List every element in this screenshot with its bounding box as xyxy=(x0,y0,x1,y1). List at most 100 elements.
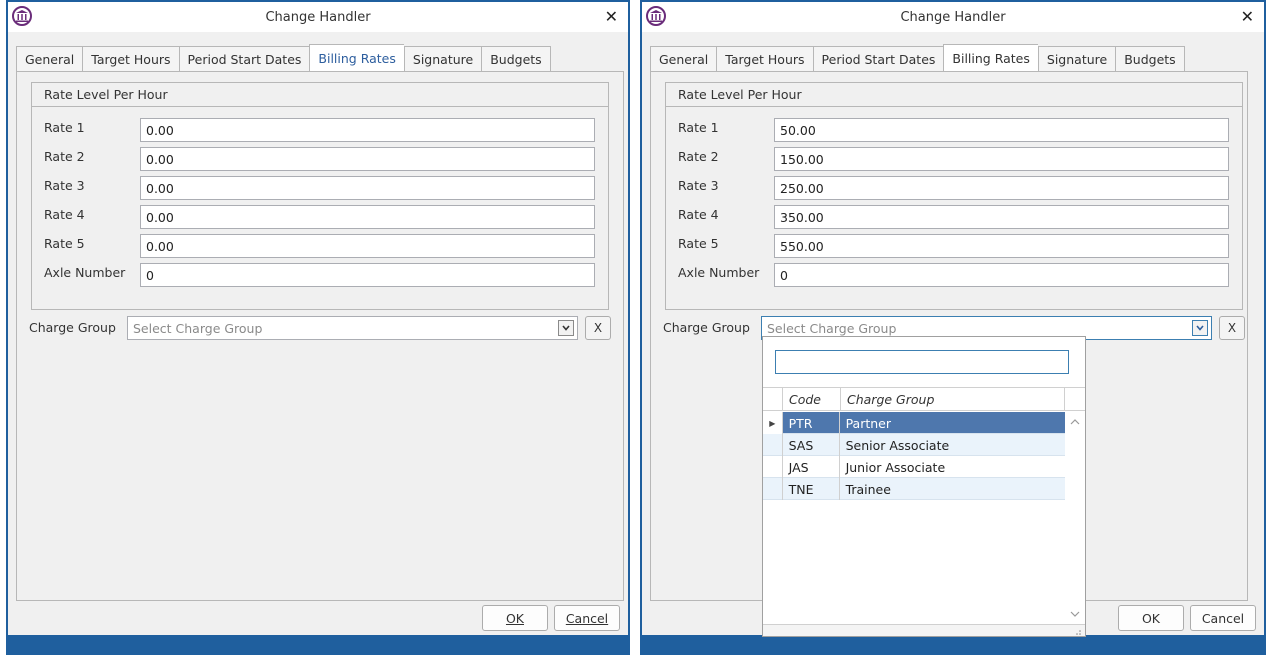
rate-2-row: Rate 2 xyxy=(44,144,140,168)
app-logo-icon xyxy=(646,6,666,26)
window-bottom-bar xyxy=(8,635,628,655)
window-title: Change Handler xyxy=(265,9,371,25)
grid-header: Code Charge Group xyxy=(763,387,1085,411)
cell-code: SAS xyxy=(783,434,840,456)
rate-4-input[interactable]: 350.00 xyxy=(774,205,1229,229)
row-selector-arrow-icon: ▶ xyxy=(763,412,783,434)
resize-grip-icon[interactable] xyxy=(763,624,1085,636)
rate-1-row: Rate 1 xyxy=(678,115,774,139)
ok-label: OK xyxy=(1141,610,1161,626)
cancel-button[interactable]: Cancel xyxy=(554,605,620,631)
tab-general[interactable]: General xyxy=(16,46,83,72)
window-title: Change Handler xyxy=(900,9,1006,25)
tab-signature[interactable]: Signature xyxy=(403,46,482,72)
axle-number-input[interactable]: 0 xyxy=(774,263,1229,287)
rate-4-label: Rate 4 xyxy=(678,206,719,222)
chevron-down-icon[interactable] xyxy=(558,320,574,336)
close-icon[interactable]: ✕ xyxy=(605,8,618,26)
change-handler-window-left: Change Handler ✕ General Target Hours Pe… xyxy=(6,0,630,655)
rate-3-input[interactable]: 250.00 xyxy=(774,176,1229,200)
cancel-label: Cancel xyxy=(1201,610,1245,626)
rate-3-input[interactable]: 0.00 xyxy=(140,176,595,200)
tab-billing-rates[interactable]: Billing Rates xyxy=(309,44,404,72)
tab-strip: General Target Hours Period Start Dates … xyxy=(650,44,1185,72)
cell-code: PTR xyxy=(783,412,840,434)
cell-code: TNE xyxy=(783,478,840,500)
tab-general[interactable]: General xyxy=(650,46,717,72)
tab-target-hours[interactable]: Target Hours xyxy=(716,46,813,72)
title-bar: Change Handler ✕ xyxy=(8,2,628,32)
close-icon[interactable]: ✕ xyxy=(1241,8,1254,26)
rate-1-row: Rate 1 xyxy=(44,115,140,139)
tab-period-start-dates[interactable]: Period Start Dates xyxy=(812,46,944,72)
table-row[interactable]: SAS Senior Associate xyxy=(763,434,1065,456)
tab-billing-rates[interactable]: Billing Rates xyxy=(943,44,1038,72)
row-indicator xyxy=(763,434,783,456)
chevron-down-icon[interactable] xyxy=(1192,320,1208,336)
axle-number-input[interactable]: 0 xyxy=(140,263,595,287)
cell-charge-group: Partner xyxy=(845,415,891,431)
table-row[interactable]: JAS Junior Associate xyxy=(763,456,1065,478)
rate-2-input[interactable]: 0.00 xyxy=(140,147,595,171)
cancel-button[interactable]: Cancel xyxy=(1190,605,1256,631)
rate-1-label: Rate 1 xyxy=(44,119,85,135)
axle-number-label: Axle Number xyxy=(44,264,126,280)
rate-5-input[interactable]: 0.00 xyxy=(140,234,595,258)
charge-group-row: Charge Group Select Charge Group X xyxy=(29,316,619,340)
axle-number-label: Axle Number xyxy=(678,264,760,280)
rate-5-row: Rate 5 xyxy=(678,231,774,255)
tab-strip: General Target Hours Period Start Dates … xyxy=(16,44,551,72)
charge-group-select[interactable]: Select Charge Group xyxy=(127,316,578,340)
rate-3-label: Rate 3 xyxy=(678,177,719,193)
rate-3-row: Rate 3 xyxy=(678,173,774,197)
cell-charge-group: Junior Associate xyxy=(845,459,946,475)
column-header-code[interactable]: Code xyxy=(783,388,841,410)
charge-group-placeholder: Select Charge Group xyxy=(133,321,263,336)
title-bar: Change Handler ✕ xyxy=(642,2,1264,32)
charge-group-dropdown: Code Charge Group ▶ PTR Partner SAS Seni… xyxy=(762,336,1086,637)
scroll-up-icon xyxy=(1070,419,1080,425)
scroll-header xyxy=(1065,388,1085,410)
rate-5-input[interactable]: 550.00 xyxy=(774,234,1229,258)
rate-3-row: Rate 3 xyxy=(44,173,140,197)
ok-button[interactable]: OK xyxy=(1118,605,1184,631)
rate-4-row: Rate 4 xyxy=(44,202,140,226)
rate-1-input[interactable]: 0.00 xyxy=(140,118,595,142)
tab-period-start-dates[interactable]: Period Start Dates xyxy=(178,46,310,72)
tab-budgets[interactable]: Budgets xyxy=(1115,46,1185,72)
charge-group-placeholder: Select Charge Group xyxy=(767,321,897,336)
charge-group-label: Charge Group xyxy=(663,320,750,335)
rate-5-label: Rate 5 xyxy=(44,235,85,251)
building-icon xyxy=(16,10,28,22)
grid-body: ▶ PTR Partner SAS Senior Associate JAS J… xyxy=(763,412,1065,500)
clear-charge-group-button[interactable]: X xyxy=(585,316,611,340)
ok-label: OK xyxy=(505,610,525,626)
change-handler-window-right: Change Handler ✕ General Target Hours Pe… xyxy=(640,0,1266,655)
dropdown-search-input[interactable] xyxy=(775,350,1069,374)
tab-signature[interactable]: Signature xyxy=(1037,46,1116,72)
table-row[interactable]: ▶ PTR Partner xyxy=(763,412,1065,434)
tab-budgets[interactable]: Budgets xyxy=(481,46,551,72)
rate-4-label: Rate 4 xyxy=(44,206,85,222)
cell-charge-group: Trainee xyxy=(845,481,891,497)
window-bottom-bar xyxy=(642,635,1264,655)
group-title: Rate Level Per Hour xyxy=(32,83,608,107)
tab-target-hours[interactable]: Target Hours xyxy=(82,46,179,72)
axle-number-row: Axle Number xyxy=(44,260,140,284)
row-indicator-header xyxy=(763,388,783,410)
ok-button[interactable]: OK xyxy=(482,605,548,631)
column-header-charge-group[interactable]: Charge Group xyxy=(841,388,1065,410)
rate-2-input[interactable]: 150.00 xyxy=(774,147,1229,171)
table-row[interactable]: TNE Trainee xyxy=(763,478,1065,500)
rate-3-label: Rate 3 xyxy=(44,177,85,193)
scroll-down-icon xyxy=(1070,611,1080,617)
clear-charge-group-button[interactable]: X xyxy=(1219,316,1245,340)
app-logo-icon xyxy=(12,6,32,26)
rate-2-label: Rate 2 xyxy=(678,148,719,164)
rate-1-input[interactable]: 50.00 xyxy=(774,118,1229,142)
vertical-scrollbar[interactable] xyxy=(1065,412,1085,624)
rate-2-label: Rate 2 xyxy=(44,148,85,164)
rate-4-row: Rate 4 xyxy=(678,202,774,226)
rate-5-row: Rate 5 xyxy=(44,231,140,255)
rate-4-input[interactable]: 0.00 xyxy=(140,205,595,229)
